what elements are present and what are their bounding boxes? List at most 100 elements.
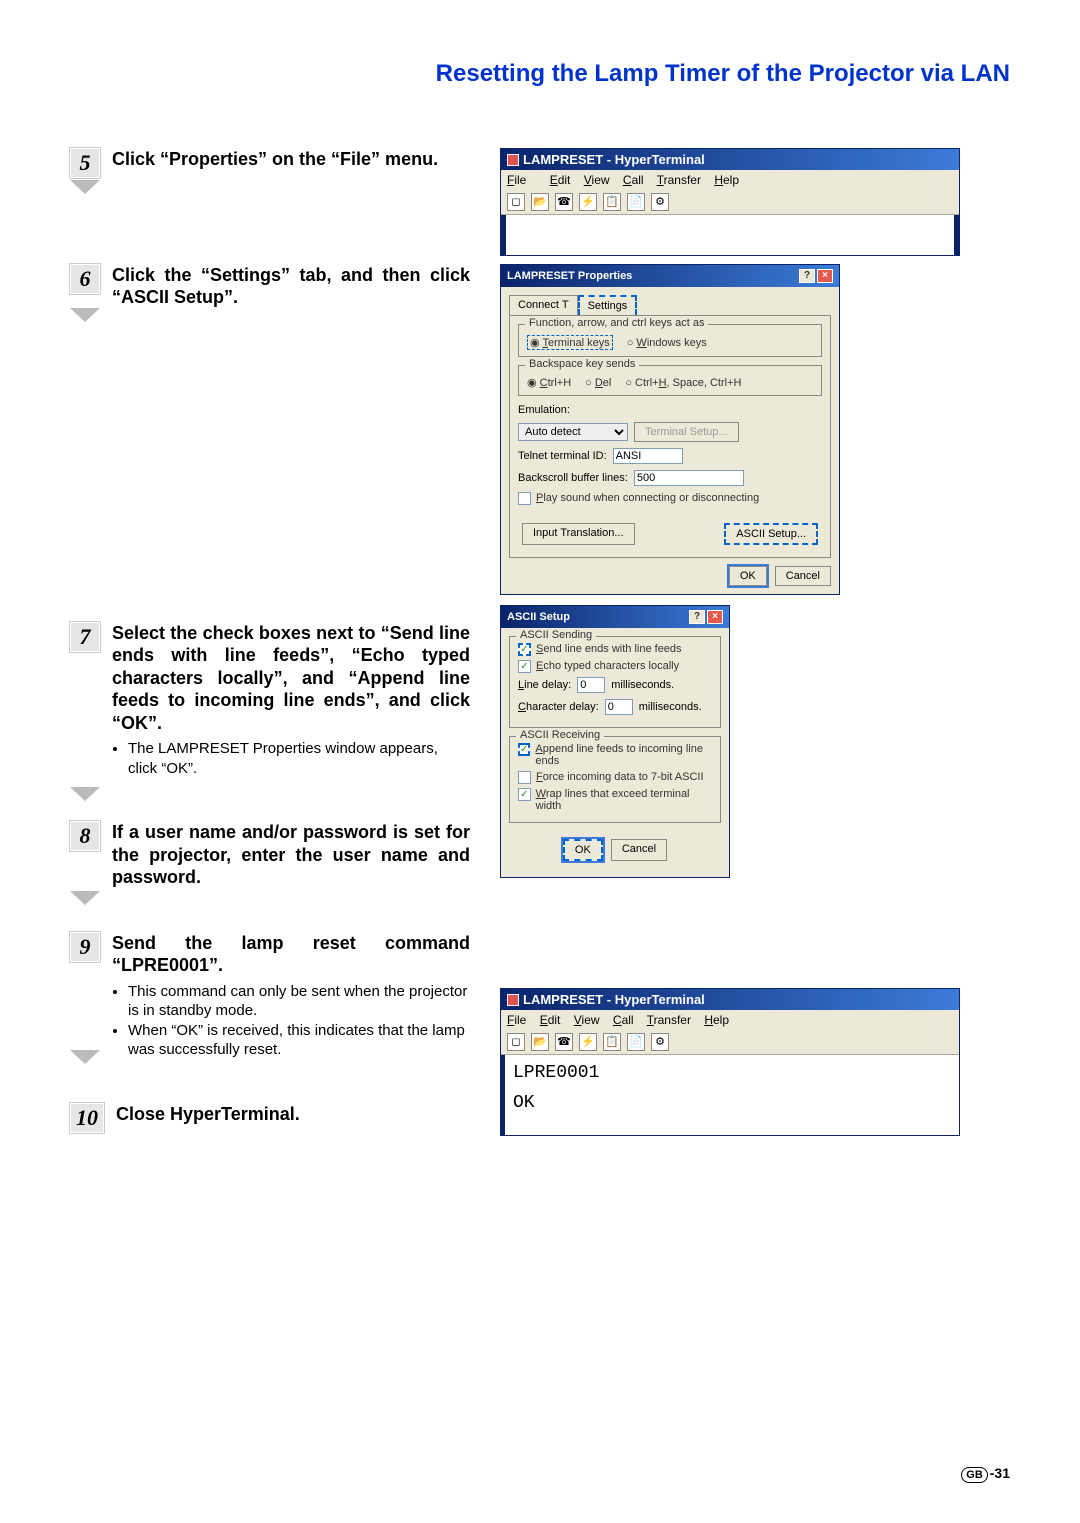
menu-transfer[interactable]: Transfer xyxy=(647,1013,691,1027)
step-number-7: 7 xyxy=(70,622,100,652)
arrow-down-icon xyxy=(70,787,100,801)
help-icon[interactable]: ? xyxy=(799,269,815,283)
backscroll-input[interactable] xyxy=(634,470,744,486)
step-number-5: 5 xyxy=(70,148,100,178)
backscroll-label: Backscroll buffer lines: xyxy=(518,472,628,484)
chk-force-7bit[interactable] xyxy=(518,771,531,784)
playsound-label: Play sound when connecting or disconnect… xyxy=(536,492,759,504)
step-7-title: Select the check boxes next to “Send lin… xyxy=(112,622,470,735)
menu-edit[interactable]: Edit xyxy=(550,173,571,187)
lampreset-properties-dialog: LAMPRESET Properties ? × Connect T Setti… xyxy=(500,264,840,595)
group-ascii-receiving: ASCII Receiving xyxy=(516,729,604,741)
terminal-output[interactable]: LPRE0001 OK xyxy=(501,1055,959,1135)
terminal-area[interactable] xyxy=(501,215,959,255)
dialog-title-bar: ASCII Setup ? × xyxy=(501,606,729,628)
playsound-checkbox[interactable] xyxy=(518,492,531,505)
telnet-id-input[interactable] xyxy=(613,448,683,464)
app-icon xyxy=(507,994,519,1006)
help-icon[interactable]: ? xyxy=(689,610,705,624)
menu-transfer[interactable]: Transfer xyxy=(657,173,701,187)
menu-help[interactable]: Help xyxy=(704,1013,729,1027)
toolbar: ◻ 📂 ☎ ⚡ 📋 📄 ⚙ xyxy=(501,190,959,215)
char-delay-input[interactable] xyxy=(605,699,633,715)
tab-connect-to[interactable]: Connect T xyxy=(509,295,578,315)
menu-file[interactable]: File xyxy=(507,173,536,187)
connect-icon[interactable]: ☎ xyxy=(555,193,573,211)
char-delay-label: Character delay: xyxy=(518,701,599,713)
chk-send-line-ends[interactable]: ✓ xyxy=(518,643,531,656)
close-icon[interactable]: × xyxy=(817,269,833,283)
radio-del[interactable]: ○ Del xyxy=(585,377,611,389)
receive-icon[interactable]: 📄 xyxy=(627,1033,645,1051)
page-number: GB-31 xyxy=(961,1465,1010,1483)
radio-ctrlh-space[interactable]: ○ Ctrl+H, Space, Ctrl+H xyxy=(625,377,741,389)
cancel-button[interactable]: Cancel xyxy=(775,566,831,586)
terminal-line-response: OK xyxy=(513,1093,951,1113)
dialog-title-bar: LAMPRESET Properties ? × xyxy=(501,265,839,287)
chk-append-lf-label: Append line feeds to incoming line ends xyxy=(535,743,712,767)
step-8-title: If a user name and/or password is set fo… xyxy=(112,821,470,889)
properties-icon[interactable]: ⚙ xyxy=(651,193,669,211)
radio-ctrlh[interactable]: ◉ Ctrl+H xyxy=(527,376,571,389)
send-icon[interactable]: 📋 xyxy=(603,1033,621,1051)
window-title-bar: LAMPRESET - HyperTerminal xyxy=(501,149,959,170)
menu-bar[interactable]: File Edit View Call Transfer Help xyxy=(501,170,959,190)
group-backspace: Backspace key sends xyxy=(525,358,639,370)
chk-echo-local[interactable]: ✓ xyxy=(518,660,531,673)
send-icon[interactable]: 📋 xyxy=(603,193,621,211)
cancel-button[interactable]: Cancel xyxy=(611,839,667,861)
disconnect-icon[interactable]: ⚡ xyxy=(579,193,597,211)
new-icon[interactable]: ◻ xyxy=(507,1033,525,1051)
input-translation-button[interactable]: Input Translation... xyxy=(522,523,635,545)
radio-terminal-keys[interactable]: ◉ Terminal keys xyxy=(527,335,613,350)
menu-file[interactable]: File xyxy=(507,1013,526,1027)
step-6-title: Click the “Settings” tab, and then click… xyxy=(112,264,470,309)
arrow-down-icon xyxy=(70,180,100,194)
step-number-9: 9 xyxy=(70,932,100,962)
menu-view[interactable]: View xyxy=(584,173,610,187)
properties-icon[interactable]: ⚙ xyxy=(651,1033,669,1051)
terminal-setup-button[interactable]: Terminal Setup... xyxy=(634,422,739,442)
arrow-down-icon xyxy=(70,308,100,322)
emulation-select[interactable]: Auto detect xyxy=(518,423,628,441)
step-9-sub: This command can only be sent when the p… xyxy=(112,982,470,1060)
step-9-title: Send the lamp reset command “LPRE0001”. xyxy=(112,932,470,977)
terminal-line-command: LPRE0001 xyxy=(513,1063,951,1083)
ascii-setup-button[interactable]: ASCII Setup... xyxy=(724,523,818,545)
group-function-keys: Function, arrow, and ctrl keys act as xyxy=(525,317,708,329)
menu-edit[interactable]: Edit xyxy=(540,1013,561,1027)
menu-view[interactable]: View xyxy=(574,1013,600,1027)
tab-settings[interactable]: Settings xyxy=(578,295,638,315)
ok-button[interactable]: OK xyxy=(729,566,767,586)
menu-call[interactable]: Call xyxy=(623,173,644,187)
menu-call[interactable]: Call xyxy=(613,1013,634,1027)
ms-label: milliseconds. xyxy=(611,679,674,691)
menu-bar[interactable]: File Edit View Call Transfer Help xyxy=(501,1010,959,1030)
group-ascii-sending: ASCII Sending xyxy=(516,629,596,641)
chk-append-lf[interactable]: ✓ xyxy=(518,743,530,756)
receive-icon[interactable]: 📄 xyxy=(627,193,645,211)
hyperterminal-window-1: LAMPRESET - HyperTerminal File Edit View… xyxy=(500,148,960,256)
step-number-8: 8 xyxy=(70,821,100,851)
ok-button[interactable]: OK xyxy=(563,839,603,861)
close-icon[interactable]: × xyxy=(707,610,723,624)
open-icon[interactable]: 📂 xyxy=(531,1033,549,1051)
menu-help[interactable]: Help xyxy=(714,173,739,187)
chk-send-line-ends-label: Send line ends with line feeds xyxy=(536,643,682,655)
open-icon[interactable]: 📂 xyxy=(531,193,549,211)
arrow-down-icon xyxy=(70,1050,100,1064)
step-10-title: Close HyperTerminal. xyxy=(116,1103,470,1126)
step-5-title: Click “Properties” on the “File” menu. xyxy=(112,148,470,171)
chk-echo-local-label: Echo typed characters locally xyxy=(536,660,679,672)
hyperterminal-window-2: LAMPRESET - HyperTerminal File Edit View… xyxy=(500,988,960,1136)
chk-wrap-lines-label: Wrap lines that exceed terminal width xyxy=(536,788,712,812)
step-number-6: 6 xyxy=(70,264,100,294)
disconnect-icon[interactable]: ⚡ xyxy=(579,1033,597,1051)
telnet-id-label: Telnet terminal ID: xyxy=(518,450,607,462)
toolbar: ◻ 📂 ☎ ⚡ 📋 📄 ⚙ xyxy=(501,1030,959,1055)
new-icon[interactable]: ◻ xyxy=(507,193,525,211)
chk-wrap-lines[interactable]: ✓ xyxy=(518,788,531,801)
line-delay-input[interactable] xyxy=(577,677,605,693)
connect-icon[interactable]: ☎ xyxy=(555,1033,573,1051)
radio-windows-keys[interactable]: ○ Windows keys xyxy=(627,337,707,349)
